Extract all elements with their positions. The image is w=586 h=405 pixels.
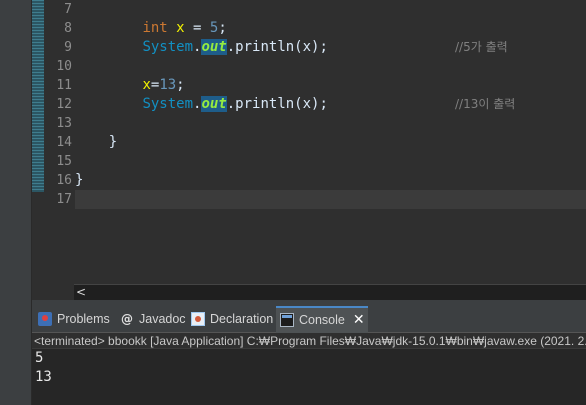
console-icon [280, 312, 294, 327]
code-line-8[interactable]: int x = 5; [75, 19, 586, 38]
code-line-15[interactable] [75, 152, 586, 171]
javadoc-icon: @ [121, 311, 133, 326]
line-number: 17 [56, 192, 72, 207]
line-number: 13 [56, 116, 72, 131]
code-comment: //13이 출력 [455, 97, 516, 111]
static-field-out: out [201, 39, 227, 55]
line-number: 12 [56, 97, 72, 112]
code-line-9[interactable]: System.out.println(x);//5가 출력 [75, 38, 586, 57]
line-number: 9 [64, 40, 72, 55]
code-line-13[interactable] [75, 114, 586, 133]
problems-icon [38, 311, 52, 326]
code-line-10[interactable] [75, 57, 586, 76]
line-number: 16 [56, 173, 72, 188]
line-number: 7 [64, 2, 72, 17]
variable-x: x [176, 20, 185, 36]
horizontal-scrollbar[interactable]: < [74, 284, 586, 300]
class-system: System [142, 96, 194, 112]
code-comment: //5가 출력 [455, 40, 508, 54]
tab-javadoc[interactable]: @ Javadoc [116, 306, 186, 333]
tab-console[interactable]: Console ✕ [276, 306, 368, 333]
bottom-panel-tabs: Problems @ Javadoc Declaration Console ✕ [32, 306, 586, 333]
console-output-line: 13 [35, 369, 52, 385]
line-number: 14 [56, 135, 72, 150]
code-line-17-current[interactable] [75, 190, 586, 209]
code-line-14[interactable]: } [75, 133, 586, 152]
line-number: 10 [56, 59, 72, 74]
left-side-strip [0, 0, 32, 405]
close-icon[interactable]: ✕ [353, 308, 365, 333]
line-number: 11 [56, 78, 72, 93]
line-number-gutter: 7 8 9 10 11 12 13 14 15 16 17 [44, 0, 74, 209]
code-line-11[interactable]: x=13; [75, 76, 586, 95]
console-status-line: <terminated> bbookk [Java Application] C… [32, 333, 586, 349]
code-line-16[interactable]: } [75, 171, 586, 190]
closing-brace: } [108, 134, 118, 150]
code-editor[interactable]: 7 8 9 10 11 12 13 14 15 16 17 int x = 5;… [32, 0, 586, 300]
scroll-left-arrow-icon[interactable]: < [76, 285, 86, 299]
variable-x: x [142, 77, 151, 93]
class-system: System [142, 39, 194, 55]
code-line-12[interactable]: System.out.println(x);//13이 출력 [75, 95, 586, 114]
declaration-icon [191, 311, 205, 326]
tab-declaration[interactable]: Declaration [187, 306, 275, 333]
number-literal: 13 [159, 77, 177, 93]
tab-problems[interactable]: Problems [34, 306, 114, 333]
line-number: 8 [64, 21, 72, 36]
static-field-out: out [201, 96, 227, 112]
keyword-int: int [142, 20, 168, 36]
console-output-line: 5 [35, 350, 44, 366]
change-ruler [32, 0, 44, 192]
code-line-7[interactable] [75, 0, 586, 19]
code-area[interactable]: int x = 5; System.out.println(x);//5가 출력… [75, 0, 586, 209]
closing-brace: } [75, 172, 84, 188]
line-number: 15 [56, 154, 72, 169]
console-view[interactable]: <terminated> bbookk [Java Application] C… [32, 333, 586, 405]
